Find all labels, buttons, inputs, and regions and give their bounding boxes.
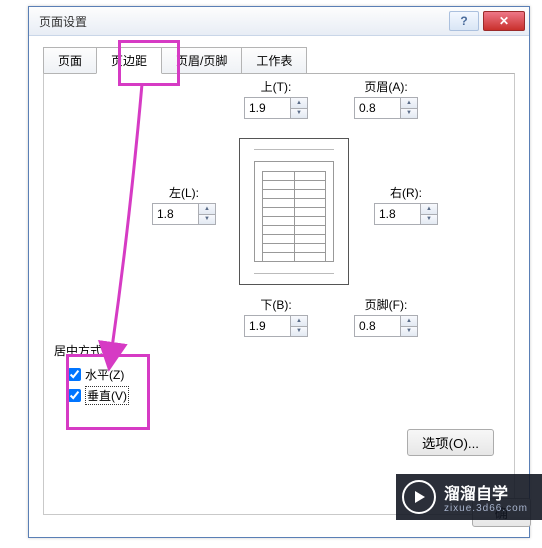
center-vertical-checkbox[interactable] <box>68 389 81 402</box>
watermark-sub: zixue.3d66.com <box>444 504 528 514</box>
center-group-title: 居中方式 <box>54 342 129 359</box>
margin-left-group: 左(L): ▲ ▼ <box>152 184 216 225</box>
center-vertical-row[interactable]: 垂直(V) <box>64 386 129 405</box>
dialog-title: 页面设置 <box>39 13 449 30</box>
margin-right-label: 右(R): <box>374 184 438 201</box>
margin-left-input[interactable] <box>152 203 198 225</box>
margin-right-spinner[interactable]: ▲ ▼ <box>374 203 438 225</box>
margin-right-input[interactable] <box>374 203 420 225</box>
help-button[interactable]: ? <box>449 11 479 31</box>
margin-right-group: 右(R): ▲ ▼ <box>374 184 438 225</box>
spin-up-icon[interactable]: ▲ <box>291 316 307 327</box>
spin-buttons[interactable]: ▲ ▼ <box>420 203 438 225</box>
margin-bottom-label: 下(B): <box>244 296 308 313</box>
spin-up-icon[interactable]: ▲ <box>199 204 215 215</box>
spin-down-icon[interactable]: ▼ <box>291 327 307 337</box>
margin-top-spinner[interactable]: ▲ ▼ <box>244 97 308 119</box>
spin-down-icon[interactable]: ▼ <box>291 109 307 119</box>
margin-header-spinner[interactable]: ▲ ▼ <box>354 97 418 119</box>
center-vertical-label: 垂直(V) <box>85 386 129 405</box>
margin-header-group: 页眉(A): ▲ ▼ <box>354 78 418 119</box>
margin-bottom-spinner[interactable]: ▲ ▼ <box>244 315 308 337</box>
spin-down-icon[interactable]: ▼ <box>199 215 215 225</box>
titlebar: 页面设置 ? ✕ <box>29 7 529 36</box>
center-group: 居中方式 水平(Z) 垂直(V) <box>54 342 129 407</box>
tab-content: 上(T): ▲ ▼ 页眉(A): ▲ ▼ 左(L): <box>43 73 515 515</box>
margin-footer-input[interactable] <box>354 315 400 337</box>
margin-left-label: 左(L): <box>152 184 216 201</box>
spin-down-icon[interactable]: ▼ <box>421 215 437 225</box>
play-icon <box>402 480 436 514</box>
spin-buttons[interactable]: ▲ ▼ <box>400 315 418 337</box>
tab-margins[interactable]: 页边距 <box>96 47 162 74</box>
margin-footer-group: 页脚(F): ▲ ▼ <box>354 296 418 337</box>
spin-buttons[interactable]: ▲ ▼ <box>290 315 308 337</box>
spin-buttons[interactable]: ▲ ▼ <box>290 97 308 119</box>
spin-down-icon[interactable]: ▼ <box>401 327 417 337</box>
tab-row: 页面 页边距 页眉/页脚 工作表 <box>29 36 529 73</box>
page-preview <box>239 138 349 285</box>
tab-sheet[interactable]: 工作表 <box>241 47 307 74</box>
margin-top-label: 上(T): <box>244 78 308 95</box>
watermark: 溜溜自学 zixue.3d66.com <box>396 474 542 520</box>
spin-buttons[interactable]: ▲ ▼ <box>400 97 418 119</box>
spin-buttons[interactable]: ▲ ▼ <box>198 203 216 225</box>
tab-header-footer[interactable]: 页眉/页脚 <box>161 47 242 74</box>
tab-page[interactable]: 页面 <box>43 47 97 74</box>
watermark-main: 溜溜自学 <box>444 486 508 503</box>
spin-up-icon[interactable]: ▲ <box>401 98 417 109</box>
options-button[interactable]: 选项(O)... <box>407 429 494 456</box>
page-setup-dialog: 页面设置 ? ✕ 页面 页边距 页眉/页脚 工作表 上(T): ▲ ▼ 页眉(A… <box>28 6 530 538</box>
margin-bottom-input[interactable] <box>244 315 290 337</box>
margin-top-input[interactable] <box>244 97 290 119</box>
spin-up-icon[interactable]: ▲ <box>421 204 437 215</box>
spin-down-icon[interactable]: ▼ <box>401 109 417 119</box>
margin-header-input[interactable] <box>354 97 400 119</box>
center-horizontal-checkbox[interactable] <box>68 368 81 381</box>
margin-top-group: 上(T): ▲ ▼ <box>244 78 308 119</box>
spin-up-icon[interactable]: ▲ <box>401 316 417 327</box>
margin-bottom-group: 下(B): ▲ ▼ <box>244 296 308 337</box>
spin-up-icon[interactable]: ▲ <box>291 98 307 109</box>
center-horizontal-label: 水平(Z) <box>85 366 124 383</box>
margin-footer-label: 页脚(F): <box>354 296 418 313</box>
margin-header-label: 页眉(A): <box>354 78 418 95</box>
center-horizontal-row[interactable]: 水平(Z) <box>64 365 129 384</box>
close-button[interactable]: ✕ <box>483 11 525 31</box>
margin-left-spinner[interactable]: ▲ ▼ <box>152 203 216 225</box>
margin-footer-spinner[interactable]: ▲ ▼ <box>354 315 418 337</box>
